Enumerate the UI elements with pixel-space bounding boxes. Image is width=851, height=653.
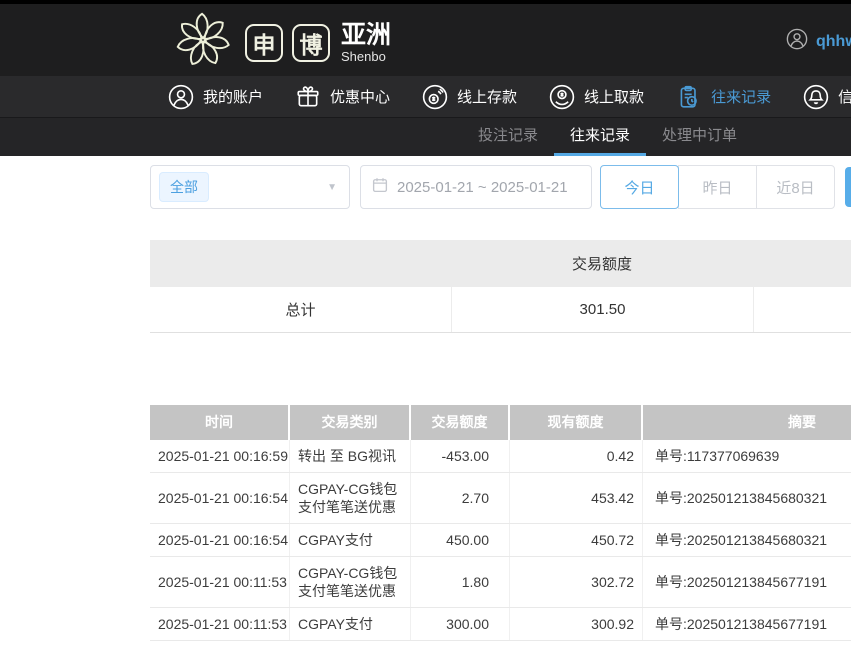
cell-summary: 单号:202501213845680321 xyxy=(643,524,851,556)
cell-amount: 1.80 xyxy=(411,557,510,607)
summary-total-label: 总计 xyxy=(150,287,451,332)
cell-summary: 单号:202501213845677191 xyxy=(643,608,851,640)
search-button[interactable] xyxy=(845,167,851,207)
table-row: 2025-01-21 00:16:59转出 至 BG视讯-453.000.42单… xyxy=(150,440,851,473)
nav-item-withdraw[interactable]: 线上取款 xyxy=(549,84,644,110)
cell-type: CGPAY支付 xyxy=(290,608,411,640)
transfer-records-icon xyxy=(676,84,702,110)
user-icon xyxy=(168,84,194,110)
nav-item-label: 往来记录 xyxy=(711,86,771,107)
site-header: 申 博 亚洲 Shenbo qhhw xyxy=(0,4,851,76)
quick-range-button-0[interactable]: 今日 xyxy=(600,165,679,209)
cell-time: 2025-01-21 00:16:54 xyxy=(150,473,290,523)
nav-item-label: 线上存款 xyxy=(457,86,517,107)
logo-region-text: 亚洲 xyxy=(341,23,391,48)
logo-subtitle: Shenbo xyxy=(341,50,391,63)
nav-item-transfer-records[interactable]: 往来记录 xyxy=(676,84,771,110)
cell-balance: 0.42 xyxy=(510,440,643,472)
site-logo[interactable]: 申 博 亚洲 Shenbo xyxy=(170,9,391,76)
cell-time: 2025-01-21 00:11:53 xyxy=(150,557,290,607)
cell-balance: 300.92 xyxy=(510,608,643,640)
username-text[interactable]: qhhw xyxy=(816,33,851,51)
nav-item-label: 信息 xyxy=(838,86,851,107)
cell-type: CGPAY-CG钱包支付笔笔送优惠 xyxy=(290,473,411,523)
chevron-down-icon: ▼ xyxy=(327,182,337,193)
summary-total-row: 总计 301.50 xyxy=(150,287,851,333)
cell-balance: 453.42 xyxy=(510,473,643,523)
summary-header-empty xyxy=(150,240,451,287)
transactions-table-body: 2025-01-21 00:16:59转出 至 BG视讯-453.000.42单… xyxy=(150,440,851,641)
nav-item-label: 线上取款 xyxy=(584,86,644,107)
bell-icon xyxy=(803,84,829,110)
summary-header-label: 交易额度 xyxy=(451,240,753,287)
summary-total-empty xyxy=(753,287,851,332)
cell-type: 转出 至 BG视讯 xyxy=(290,440,411,472)
cell-balance: 450.72 xyxy=(510,524,643,556)
table-row: 2025-01-21 00:11:53CGPAY-CG钱包支付笔笔送优惠1.80… xyxy=(150,557,851,608)
nav-item-user[interactable]: 我的账户 xyxy=(168,84,263,110)
cell-balance: 302.72 xyxy=(510,557,643,607)
nav-item-gift[interactable]: 优惠中心 xyxy=(295,84,390,110)
cell-summary: 单号:202501213845677191 xyxy=(643,557,851,607)
nav-item-bell[interactable]: 信息 xyxy=(803,84,851,110)
summary-header-row: 交易额度 xyxy=(150,240,851,287)
summary-table: 交易额度 总计 301.50 xyxy=(150,240,851,333)
column-header-0: 时间 xyxy=(150,405,290,440)
quick-range-button-2[interactable]: 近8日 xyxy=(756,165,835,209)
cell-amount: 450.00 xyxy=(411,524,510,556)
type-chip[interactable]: 全部 xyxy=(159,172,209,202)
tab-2[interactable]: 处理中订单 xyxy=(646,118,753,156)
column-header-2: 交易额度 xyxy=(411,405,510,440)
quick-range-button-1[interactable]: 昨日 xyxy=(678,165,757,209)
cell-time: 2025-01-21 00:11:53 xyxy=(150,608,290,640)
table-row: 2025-01-21 00:16:54CGPAY支付450.00450.72单号… xyxy=(150,524,851,557)
user-account[interactable]: qhhw xyxy=(786,28,851,55)
cell-summary: 单号:117377069639 xyxy=(643,440,851,472)
transaction-records-page: { "header": { "logo_char_1": "申", "logo_… xyxy=(0,0,851,653)
cell-amount: 2.70 xyxy=(411,473,510,523)
logo-char-box-1: 申 xyxy=(245,24,283,62)
date-range-text: 2025-01-21 ~ 2025-01-21 xyxy=(397,179,568,196)
cell-amount: -453.00 xyxy=(411,440,510,472)
nav-item-deposit[interactable]: 线上存款 xyxy=(422,84,517,110)
gift-icon xyxy=(295,84,321,110)
cell-summary: 单号:202501213845680321 xyxy=(643,473,851,523)
column-header-3: 现有额度 xyxy=(510,405,643,440)
quick-range-buttons: 今日昨日近8日 xyxy=(600,165,835,209)
deposit-icon xyxy=(422,84,448,110)
transactions-table-header: 时间交易类别交易额度现有额度摘要 xyxy=(150,405,851,440)
date-range-picker[interactable]: 2025-01-21 ~ 2025-01-21 xyxy=(360,165,592,209)
column-header-4: 摘要 xyxy=(643,405,851,440)
summary-total-value: 301.50 xyxy=(451,287,753,332)
transactions-table: 时间交易类别交易额度现有额度摘要 2025-01-21 00:16:59转出 至… xyxy=(150,405,851,641)
tab-1[interactable]: 往来记录 xyxy=(554,118,646,156)
table-row: 2025-01-21 00:11:53CGPAY支付300.00300.92单号… xyxy=(150,608,851,641)
summary-header-empty-2 xyxy=(753,240,851,287)
cell-time: 2025-01-21 00:16:59 xyxy=(150,440,290,472)
cell-time: 2025-01-21 00:16:54 xyxy=(150,524,290,556)
subnav-tabs: 投注记录往来记录处理中订单 xyxy=(0,117,851,156)
cell-type: CGPAY-CG钱包支付笔笔送优惠 xyxy=(290,557,411,607)
transaction-type-dropdown[interactable]: 全部 ▼ xyxy=(150,165,350,209)
cell-amount: 300.00 xyxy=(411,608,510,640)
withdraw-icon xyxy=(549,84,575,110)
table-row: 2025-01-21 00:16:54CGPAY-CG钱包支付笔笔送优惠2.70… xyxy=(150,473,851,524)
main-nav: 我的账户 优惠中心 线上存款 线上取款 往来记录 信息 xyxy=(0,76,851,117)
user-avatar-icon xyxy=(786,28,808,55)
logo-char-box-2: 博 xyxy=(292,24,330,62)
tab-0[interactable]: 投注记录 xyxy=(462,118,554,156)
nav-item-label: 优惠中心 xyxy=(330,86,390,107)
nav-item-label: 我的账户 xyxy=(203,86,263,107)
calendar-icon xyxy=(371,176,389,199)
flower-logo-icon xyxy=(170,9,236,76)
cell-type: CGPAY支付 xyxy=(290,524,411,556)
column-header-1: 交易类别 xyxy=(290,405,411,440)
